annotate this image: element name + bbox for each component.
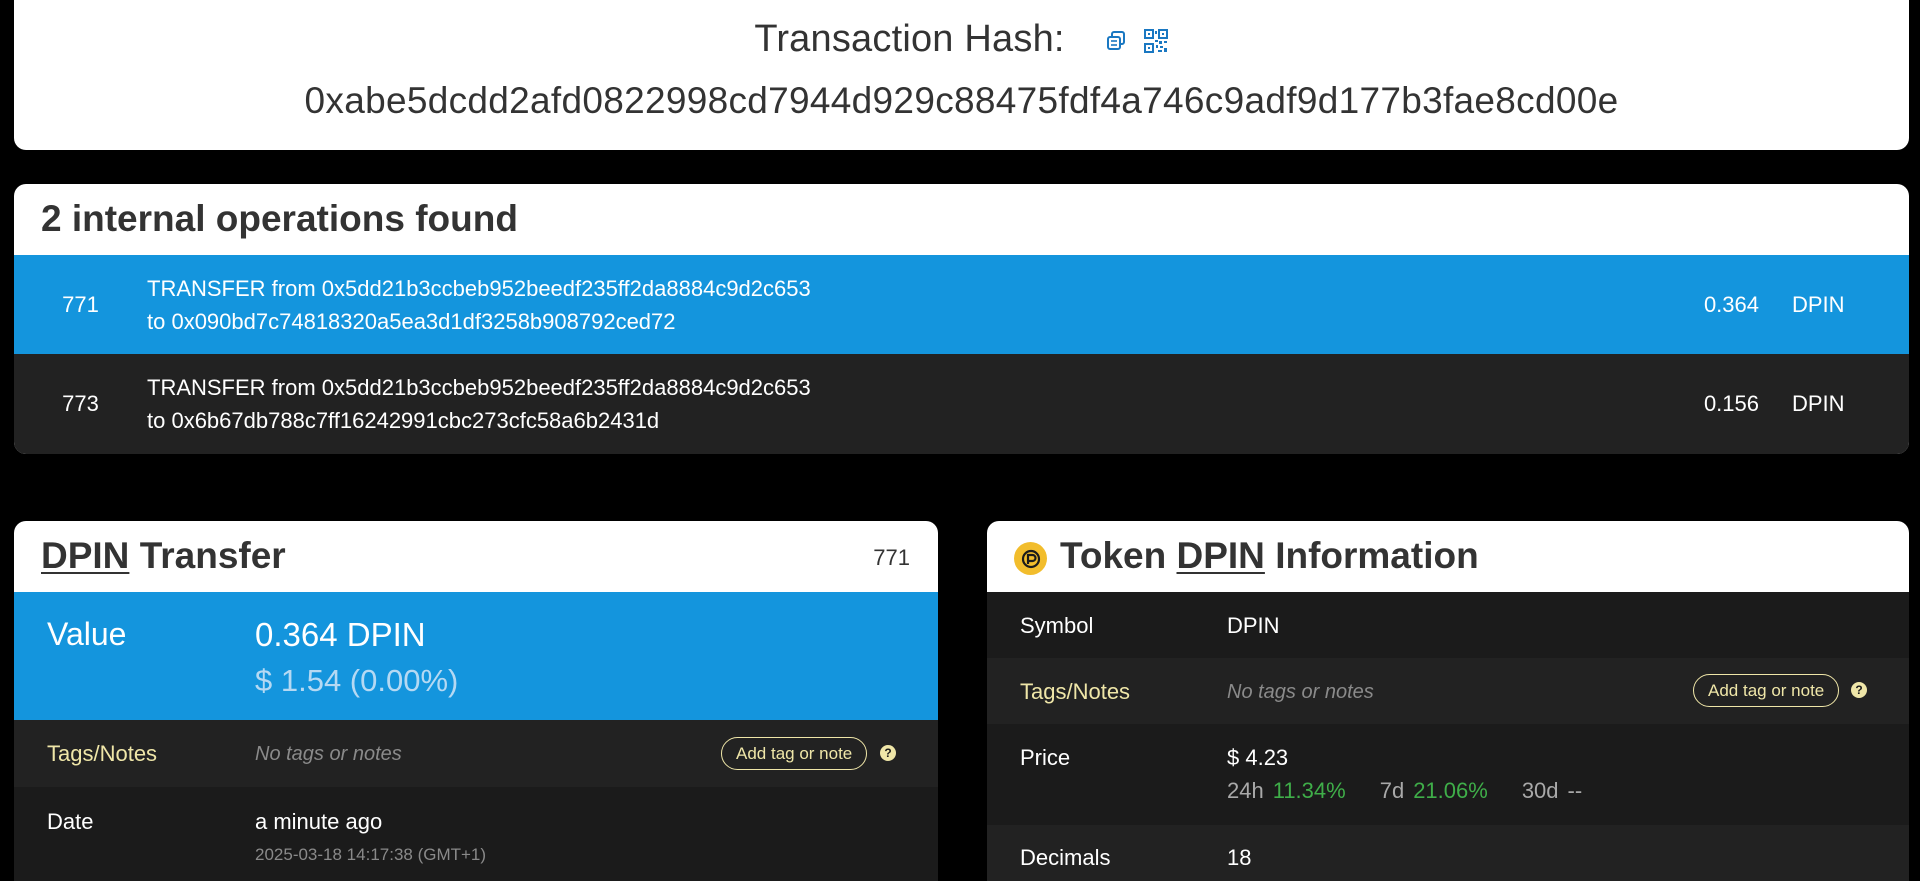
value-amount: 0.364 DPIN <box>255 616 426 653</box>
operation-to: to 0x6b67db788c7ff16242991cbc273cfc58a6b… <box>147 408 660 433</box>
operation-from: TRANSFER from 0x5dd21b3ccbeb952beedf235f… <box>147 275 811 301</box>
token-info-card: Token DPIN Information Symbol DPIN Tags/… <box>987 521 1909 881</box>
token-logo-icon <box>1014 542 1047 575</box>
price-label: Price <box>1020 745 1071 770</box>
operation-description: TRANSFER from 0x5dd21b3ccbeb952beedf235f… <box>147 272 1639 338</box>
operation-row[interactable]: 771 TRANSFER from 0x5dd21b3ccbeb952beedf… <box>14 255 1909 354</box>
value-usd: $ 1.54 (0.00%) <box>255 663 459 698</box>
date-label: Date <box>47 809 94 834</box>
token-info-title-suffix: Information <box>1275 535 1479 576</box>
tags-value: No tags or notes <box>1227 681 1374 703</box>
price-changes: 24h 11.34% 7d 21.06% 30d -- <box>1227 778 1582 804</box>
symbol-label: Symbol <box>1020 613 1094 638</box>
transfer-card: DPIN Transfer 771 Value 0.364 DPIN $ 1.5… <box>14 521 938 881</box>
value-block: Value 0.364 DPIN $ 1.54 (0.00%) <box>14 592 938 720</box>
operation-id: 773 <box>62 391 99 416</box>
internal-operations-card: 2 internal operations found 771 TRANSFER… <box>14 184 1909 454</box>
copy-icon[interactable] <box>1103 28 1129 54</box>
hash-title: Transaction Hash: <box>754 18 1065 60</box>
operation-from: TRANSFER from 0x5dd21b3ccbeb952beedf235f… <box>147 375 811 400</box>
change-7d-value: 21.06% <box>1413 778 1488 803</box>
token-card-header: Token DPIN Information <box>987 521 1909 592</box>
transaction-hash-value[interactable]: 0xabe5dcdd2afd0822998cd7944d929c88475fdf… <box>14 80 1909 122</box>
tags-label: Tags/Notes <box>47 741 158 766</box>
date-full: 2025-03-18 14:17:38 (GMT+1) <box>255 845 487 864</box>
transfer-card-header: DPIN Transfer 771 <box>14 521 938 592</box>
symbol-row: Symbol DPIN <box>987 592 1909 658</box>
change-30d-label: 30d <box>1521 778 1559 803</box>
tags-label: Tags/Notes <box>1020 679 1131 704</box>
price-row: Price $ 4.23 24h 11.34% 7d 21.06% 30d -- <box>987 724 1909 825</box>
token-link[interactable]: DPIN <box>1177 535 1265 576</box>
tags-row: Tags/Notes No tags or notes Add tag or n… <box>14 720 938 787</box>
change-24h-label: 24h <box>1227 778 1264 803</box>
value-label: Value <box>47 616 127 652</box>
decimals-value: 18 <box>1227 845 1252 870</box>
tags-value: No tags or notes <box>255 743 402 765</box>
decimals-row: Decimals 18 <box>987 825 1909 881</box>
token-info-title: Token DPIN Information <box>1060 535 1479 577</box>
change-30d-value: -- <box>1567 778 1583 803</box>
add-tag-button[interactable]: Add tag or note <box>721 737 868 770</box>
operation-id: 771 <box>62 291 99 317</box>
operation-amount: 0.364 <box>1703 291 1759 317</box>
transfer-title: DPIN Transfer <box>41 535 286 577</box>
date-row: Date a minute ago 2025-03-18 14:17:38 (G… <box>14 787 938 881</box>
decimals-label: Decimals <box>1020 845 1111 870</box>
hash-title-row: Transaction Hash: <box>14 18 1909 61</box>
token-link[interactable]: DPIN <box>41 535 129 576</box>
qr-code-icon[interactable] <box>1143 28 1169 54</box>
change-24h-value: 11.34% <box>1272 778 1346 803</box>
transfer-title-suffix: Transfer <box>139 535 286 576</box>
operation-symbol[interactable]: DPIN <box>1759 292 1909 318</box>
operation-symbol[interactable]: DPIN <box>1759 391 1909 417</box>
add-tag-button[interactable]: Add tag or note <box>1693 674 1840 707</box>
operation-to: to 0x090bd7c74818320a5ea3d1df3258b908792… <box>147 308 676 334</box>
change-7d-label: 7d <box>1379 778 1405 803</box>
transaction-hash-card: Transaction Hash: 0xabe5dcdd2afd0822998c… <box>14 0 1909 150</box>
token-info-title-prefix: Token <box>1060 535 1167 576</box>
operation-description: TRANSFER from 0x5dd21b3ccbeb952beedf235f… <box>147 371 1639 437</box>
transfer-operation-id: 771 <box>873 545 910 570</box>
symbol-value: DPIN <box>1227 613 1280 638</box>
operation-row[interactable]: 773 TRANSFER from 0x5dd21b3ccbeb952beedf… <box>14 354 1909 454</box>
help-icon[interactable]: ? <box>1851 682 1867 698</box>
operation-amount: 0.156 <box>1703 391 1759 416</box>
price-value: $ 4.23 <box>1227 745 1289 770</box>
help-icon[interactable]: ? <box>880 745 896 761</box>
tags-row: Tags/Notes No tags or notes Add tag or n… <box>987 658 1909 724</box>
operations-title: 2 internal operations found <box>41 198 518 239</box>
date-relative: a minute ago <box>255 809 383 834</box>
hash-actions <box>1103 28 1169 54</box>
